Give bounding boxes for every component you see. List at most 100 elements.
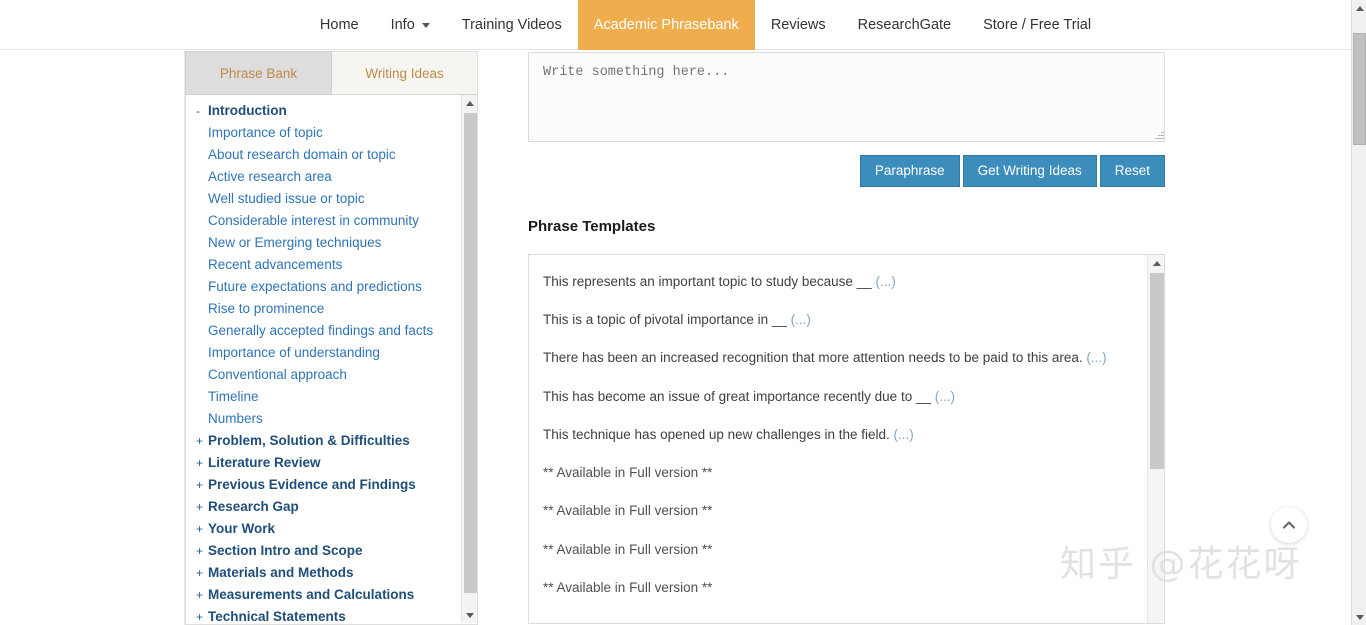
sidebar-group-item[interactable]: + Section Intro and Scope	[186, 540, 463, 562]
phrase-panel-scroll-arrow-up-icon[interactable]	[1148, 255, 1164, 271]
sidebar-group-item[interactable]: + Technical Statements	[186, 606, 463, 624]
sidebar-list-item[interactable]: Well studied issue or topic	[186, 188, 463, 210]
sidebar-item-label: Importance of understanding	[208, 345, 380, 360]
sidebar-list-item[interactable]: Conventional approach	[186, 364, 463, 386]
sidebar-tab-writing-ideas[interactable]: Writing Ideas	[332, 51, 478, 95]
expand-plus-icon[interactable]: +	[196, 474, 208, 496]
phrase-template-item[interactable]: This technique has opened up new challen…	[529, 416, 1147, 454]
get-writing-ideas-button[interactable]: Get Writing Ideas	[962, 155, 1097, 187]
nav-item-store-free-trial[interactable]: Store / Free Trial	[967, 0, 1107, 50]
sidebar-item-label: Section Intro and Scope	[208, 543, 363, 558]
sidebar-group-item[interactable]: + Previous Evidence and Findings	[186, 474, 463, 496]
sidebar-list-item[interactable]: Timeline	[186, 386, 463, 408]
sidebar-list-item[interactable]: Considerable interest in community	[186, 210, 463, 232]
expand-plus-icon[interactable]: +	[196, 518, 208, 540]
chevron-down-icon	[421, 22, 430, 28]
sidebar-item-label: Importance of topic	[208, 125, 323, 140]
sidebar-group-item[interactable]: + Problem, Solution & Difficulties	[186, 430, 463, 452]
sidebar-list-item[interactable]: Future expectations and predictions	[186, 276, 463, 298]
phrase-template-item[interactable]: This represents an important topic to st…	[529, 263, 1147, 301]
reset-button[interactable]: Reset	[1099, 155, 1165, 187]
scrollbar-thumb[interactable]	[1353, 33, 1366, 145]
nav-item-reviews[interactable]: Reviews	[755, 0, 842, 50]
phrase-template-item[interactable]: ** Available in Full version **	[529, 569, 1147, 607]
sidebar-scroll-arrow-up-icon[interactable]	[462, 95, 477, 111]
sidebar-item-label: Rise to prominence	[208, 301, 325, 316]
sidebar-list-item[interactable]: Importance of understanding	[186, 342, 463, 364]
sidebar-list-item[interactable]: Generally accepted findings and facts	[186, 320, 463, 342]
expand-plus-icon[interactable]: +	[196, 430, 208, 452]
phrase-more-link[interactable]: (...)	[894, 427, 914, 442]
scrollbar-arrow-up-icon[interactable]	[1352, 0, 1366, 16]
nav-item-info[interactable]: Info	[375, 0, 446, 50]
sidebar-tab-phrase-bank[interactable]: Phrase Bank	[185, 51, 332, 95]
sidebar-list-item[interactable]: Importance of topic	[186, 122, 463, 144]
phrase-template-item[interactable]: This is a topic of pivotal importance in…	[529, 301, 1147, 339]
phrase-more-link[interactable]: (...)	[1086, 350, 1106, 365]
nav-item-researchgate[interactable]: ResearchGate	[842, 0, 968, 50]
sidebar-item-label: Problem, Solution & Difficulties	[208, 433, 410, 448]
sidebar-tab-strip: Phrase Bank Writing Ideas	[185, 51, 478, 95]
sidebar-item-label: Introduction	[208, 103, 287, 118]
phrase-template-text: There has been an increased recognition …	[543, 350, 1083, 366]
expand-plus-icon[interactable]: +	[196, 540, 208, 562]
phrase-more-link[interactable]: (...)	[875, 274, 895, 289]
phrase-template-item[interactable]: ** Available in Full version **	[529, 492, 1147, 530]
expand-plus-icon[interactable]: +	[196, 452, 208, 474]
sidebar-item-label: Your Work	[208, 521, 276, 536]
sidebar-item-label: Measurements and Calculations	[208, 587, 415, 602]
phrase-template-text: ** Available in Full version **	[543, 541, 713, 557]
page-vertical-scrollbar[interactable]	[1351, 0, 1366, 625]
phrase-template-text: This is a topic of pivotal importance in…	[543, 312, 787, 328]
paraphrase-button[interactable]: Paraphrase	[859, 155, 960, 187]
expand-plus-icon[interactable]: +	[196, 562, 208, 584]
sidebar-group-item[interactable]: + Materials and Methods	[186, 562, 463, 584]
expand-plus-icon[interactable]: +	[196, 584, 208, 606]
nav-item-home[interactable]: Home	[304, 0, 375, 50]
phrase-more-link[interactable]: (...)	[791, 312, 811, 327]
nav-item-academic-phrasebank[interactable]: Academic Phrasebank	[577, 0, 755, 50]
sidebar-list-item[interactable]: Active research area	[186, 166, 463, 188]
sidebar-list-item[interactable]: Rise to prominence	[186, 298, 463, 320]
scrollbar-arrow-down-icon[interactable]	[1352, 609, 1366, 625]
phrase-template-item[interactable]: This has become an issue of great import…	[529, 378, 1147, 416]
expand-plus-icon[interactable]: +	[196, 606, 208, 624]
phrase-panel-scrollbar-thumb[interactable]	[1150, 273, 1164, 469]
sidebar-item-label: About research domain or topic	[208, 147, 396, 162]
sidebar-list-item[interactable]: Recent advancements	[186, 254, 463, 276]
sidebar-item-label: Materials and Methods	[208, 565, 354, 580]
textarea-resize-handle-icon[interactable]	[1154, 130, 1164, 140]
phrase-template-text: ** Available in Full version **	[543, 503, 713, 519]
phrase-more-link[interactable]: (...)	[935, 389, 955, 404]
sidebar-list-item[interactable]: New or Emerging techniques	[186, 232, 463, 254]
expand-plus-icon[interactable]: +	[196, 496, 208, 518]
sidebar-list-container: - Introduction Importance of topic About re…	[185, 95, 478, 625]
sidebar-group-item[interactable]: - Introduction	[186, 100, 463, 122]
text-input-textarea[interactable]	[528, 52, 1165, 142]
sidebar-item-label: Considerable interest in community	[208, 213, 419, 228]
sidebar-group-item[interactable]: + Your Work	[186, 518, 463, 540]
phrase-templates-heading: Phrase Templates	[528, 218, 656, 235]
sidebar-item-label: Research Gap	[208, 499, 299, 514]
nav-item-training-videos[interactable]: Training Videos	[446, 0, 578, 50]
sidebar-tab-label: Writing Ideas	[365, 65, 444, 81]
sidebar-group-item[interactable]: + Research Gap	[186, 496, 463, 518]
sidebar-list-item[interactable]: About research domain or topic	[186, 144, 463, 166]
phrase-template-item[interactable]: ** Available in Full version **	[529, 531, 1147, 569]
phrase-bank-sidebar: Phrase Bank Writing Ideas - Introduction Im…	[185, 51, 478, 625]
sidebar-scrollbar-thumb[interactable]	[464, 113, 477, 593]
phrase-template-item[interactable]: ** Available in Full version **	[529, 454, 1147, 492]
sidebar-item-label: Timeline	[208, 389, 259, 404]
nav-item-label: Academic Phrasebank	[593, 17, 739, 33]
phrase-template-item[interactable]: There has been an increased recognition …	[529, 339, 1147, 377]
sidebar-group-item[interactable]: + Measurements and Calculations	[186, 584, 463, 606]
sidebar-group-item[interactable]: + Literature Review	[186, 452, 463, 474]
sidebar-vertical-scrollbar[interactable]	[461, 95, 477, 623]
phrase-template-text: This technique has opened up new challen…	[543, 426, 890, 442]
sidebar-item-label: Previous Evidence and Findings	[208, 477, 416, 492]
sidebar-scroll-arrow-down-icon[interactable]	[462, 607, 477, 623]
phrase-template-text: ** Available in Full version **	[543, 465, 713, 481]
phrase-template-list: This represents an important topic to st…	[529, 255, 1147, 607]
sidebar-list-item[interactable]: Numbers	[186, 408, 463, 430]
collapse-minus-icon[interactable]: -	[196, 100, 208, 122]
